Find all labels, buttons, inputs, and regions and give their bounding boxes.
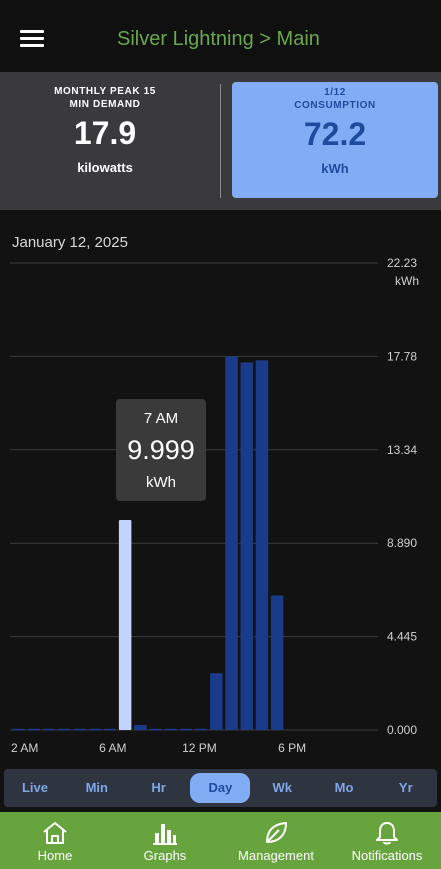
bar	[103, 728, 117, 731]
period-live[interactable]: Live	[5, 773, 65, 803]
leaf-icon	[266, 822, 287, 843]
consumption-label: 1/12 CONSUMPTION	[232, 86, 438, 112]
app-bar: Silver Lightning > Main	[0, 0, 441, 72]
nav-graphs[interactable]: Graphs	[132, 812, 198, 869]
period-hr[interactable]: Hr	[129, 773, 189, 803]
peak-demand-unit: kilowatts	[77, 160, 133, 175]
bar	[164, 728, 177, 731]
menu-icon[interactable]	[20, 30, 44, 50]
x-tick-label: 6 AM	[99, 741, 126, 755]
consumption-title: CONSUMPTION	[294, 100, 376, 111]
bar	[134, 724, 147, 730]
bar	[255, 360, 269, 730]
peak-demand-card: MONTHLY PEAK 15 MIN DEMAND 17.9 kilowatt…	[10, 82, 200, 200]
y-tick-label: 0.000	[387, 723, 417, 737]
period-wk[interactable]: Wk	[252, 773, 312, 803]
bar	[210, 673, 223, 730]
nav-graphs-label: Graphs	[143, 848, 187, 863]
bar	[270, 595, 284, 730]
tooltip-value: 9.999	[127, 435, 195, 465]
nav-management-label: Management	[238, 848, 314, 863]
period-mo[interactable]: Mo	[314, 773, 374, 803]
consumption-card[interactable]: 1/12 CONSUMPTION 72.2 kWh	[232, 82, 438, 198]
tooltip-time: 7 AM	[144, 410, 178, 427]
nav-notifications[interactable]: Notifications	[342, 812, 432, 869]
nav-management[interactable]: Management	[230, 812, 322, 869]
period-selector: Live Min Hr Day Wk Mo Yr	[4, 769, 437, 807]
tooltip-unit: kWh	[146, 474, 176, 491]
x-tick-label: 2 AM	[11, 741, 38, 755]
home-icon	[43, 822, 67, 844]
bar	[194, 728, 208, 731]
chart-tooltip: 7 AM 9.999 kWh	[116, 399, 206, 501]
y-tick-label: 13.34	[387, 443, 417, 457]
bar	[149, 728, 162, 731]
bar	[42, 728, 56, 731]
bell-icon	[376, 822, 398, 845]
x-tick-label: 6 PM	[278, 741, 306, 755]
y-tick-label: 22.23	[387, 256, 417, 270]
nav-home-label: Home	[37, 848, 73, 863]
consumption-unit: kWh	[321, 161, 349, 176]
bar	[73, 728, 86, 731]
summary-divider	[220, 84, 221, 198]
page-title: Silver Lightning > Main	[117, 28, 320, 50]
peak-demand-label: MONTHLY PEAK 15 MIN DEMAND	[10, 85, 200, 111]
bar	[225, 356, 238, 730]
y-tick-label: 17.78	[387, 349, 417, 363]
nav-notifications-label: Notifications	[351, 848, 423, 863]
bar	[240, 362, 253, 730]
y-unit-label: kWh	[395, 274, 419, 288]
peak-demand-value: 17.9	[73, 115, 137, 151]
peak-demand-label-line2: MIN DEMAND	[69, 99, 141, 110]
bar-chart-icon	[153, 824, 177, 845]
peak-demand-label-line1: MONTHLY PEAK 15	[54, 86, 156, 97]
bar	[118, 519, 132, 730]
bar	[179, 728, 193, 731]
nav-home[interactable]: Home	[22, 812, 88, 869]
usage-chart[interactable]: 0.000 4.445 8.890 13.34 17.78 22.23 kWh 2 AM 6 A…	[0, 255, 441, 765]
y-tick-label: 8.890	[387, 536, 417, 550]
chart-date: January 12, 2025	[12, 234, 128, 251]
y-tick-label: 4.445	[387, 630, 417, 644]
bar	[12, 728, 25, 731]
bar	[58, 728, 71, 731]
period-day[interactable]: Day	[190, 773, 251, 803]
bar	[27, 728, 41, 731]
x-tick-label: 12 PM	[182, 741, 217, 755]
period-yr[interactable]: Yr	[376, 773, 436, 803]
consumption-value: 72.2	[303, 116, 367, 152]
consumption-date: 1/12	[324, 87, 346, 98]
period-min[interactable]: Min	[67, 773, 127, 803]
bar	[88, 728, 101, 731]
bottom-nav: Home Graphs Management Notifications	[0, 812, 441, 869]
